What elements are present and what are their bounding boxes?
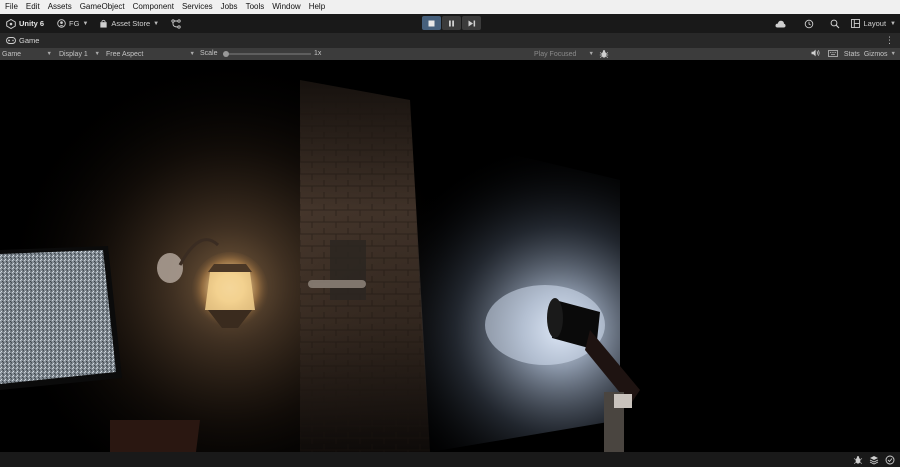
menu-tools[interactable]: Tools [246, 0, 265, 14]
pause-button[interactable] [442, 16, 461, 30]
scale-slider-track[interactable] [223, 53, 311, 55]
chevron-down-icon: ▼ [189, 51, 195, 57]
keyboard-icon[interactable] [827, 49, 838, 59]
chevron-down-icon[interactable]: ▼ [891, 51, 896, 57]
scale-slider-handle[interactable] [223, 51, 229, 57]
audio-icon[interactable] [811, 49, 820, 59]
game-tab-bar: Game ⋮ [0, 33, 900, 48]
play-mode-dropdown[interactable]: Play Focused ▼ [532, 48, 596, 60]
menu-services[interactable]: Services [182, 0, 213, 14]
shopping-bag-icon [98, 19, 108, 29]
step-button[interactable] [462, 16, 481, 30]
main-toolbar: Unity 6 FG ▼ Asset Store ▼ Layout ▼ [0, 14, 900, 33]
status-bar [0, 452, 900, 467]
scale-label: Scale [200, 50, 218, 57]
stats-button[interactable]: Stats [844, 51, 860, 58]
version-control-button[interactable] [167, 16, 188, 31]
menu-assets[interactable]: Assets [48, 0, 72, 14]
lamp-wall-mount [157, 253, 183, 283]
account-dropdown[interactable]: FG ▼ [52, 16, 92, 31]
layers-icon[interactable] [868, 454, 880, 466]
unity-version-button[interactable]: Unity 6 [2, 16, 48, 31]
menu-help[interactable]: Help [309, 0, 325, 14]
branch-icon [171, 18, 181, 29]
chevron-down-icon: ▼ [153, 20, 160, 27]
play-mode-label: Play Focused [534, 50, 577, 58]
display-dropdown[interactable]: Display 1 ▼ [57, 48, 102, 60]
unity-logo-icon [6, 18, 16, 29]
menu-component[interactable]: Component [133, 0, 174, 14]
unity-version-label: Unity 6 [19, 19, 45, 28]
menu-bar: File Edit Assets GameObject Component Se… [0, 0, 900, 14]
view-mode-dropdown[interactable]: Game ▼ [0, 48, 54, 60]
asset-store-dropdown[interactable]: Asset Store ▼ [94, 16, 163, 31]
layout-icon [850, 19, 860, 28]
step-forward-icon [468, 20, 475, 26]
menu-window[interactable]: Window [272, 0, 300, 14]
status-icons [848, 454, 896, 466]
gamepad-icon [6, 37, 16, 44]
tab-game-label: Game [19, 36, 40, 45]
cloud-icon[interactable] [773, 16, 789, 31]
chevron-down-icon: ▼ [588, 51, 594, 57]
account-icon [56, 19, 66, 29]
display-label: Display 1 [59, 50, 88, 58]
stop-icon [428, 20, 435, 26]
aspect-dropdown[interactable]: Free Aspect ▼ [104, 48, 197, 60]
game-toolbar-right: Stats Gizmos ▼ [805, 48, 896, 60]
game-view-toolbar: Game ▼ Display 1 ▼ Free Aspect ▼ Scale 1… [0, 48, 900, 60]
toolbar-right: Layout ▼ [766, 16, 896, 31]
pause-icon [449, 20, 454, 26]
asset-store-label: Asset Store [111, 19, 151, 28]
aspect-label: Free Aspect [106, 50, 144, 58]
progress-check-icon[interactable] [884, 454, 896, 466]
menu-gameobject[interactable]: GameObject [80, 0, 125, 14]
more-options-icon[interactable]: ⋮ [885, 35, 894, 46]
chevron-down-icon: ▼ [82, 20, 89, 27]
tab-game[interactable]: Game [0, 33, 45, 48]
debug-mode-icon[interactable] [852, 454, 864, 466]
menu-jobs[interactable]: Jobs [221, 0, 238, 14]
game-scene [0, 60, 900, 452]
menu-file[interactable]: File [5, 0, 18, 14]
view-mode-label: Game [2, 50, 22, 58]
stop-button[interactable] [422, 16, 441, 30]
chevron-down-icon: ▼ [94, 51, 100, 57]
account-label: FG [69, 19, 80, 28]
layout-dropdown[interactable]: Layout ▼ [850, 19, 896, 28]
menu-edit[interactable]: Edit [26, 0, 40, 14]
playmode-controls [422, 16, 482, 30]
chevron-down-icon: ▼ [890, 20, 896, 27]
history-icon[interactable] [801, 16, 817, 31]
chevron-down-icon: ▼ [46, 51, 52, 57]
game-viewport[interactable] [0, 60, 900, 452]
layout-label: Layout [863, 19, 887, 28]
scale-value: 1x [314, 50, 322, 57]
gizmos-button[interactable]: Gizmos [864, 51, 888, 58]
search-icon[interactable] [827, 16, 843, 31]
